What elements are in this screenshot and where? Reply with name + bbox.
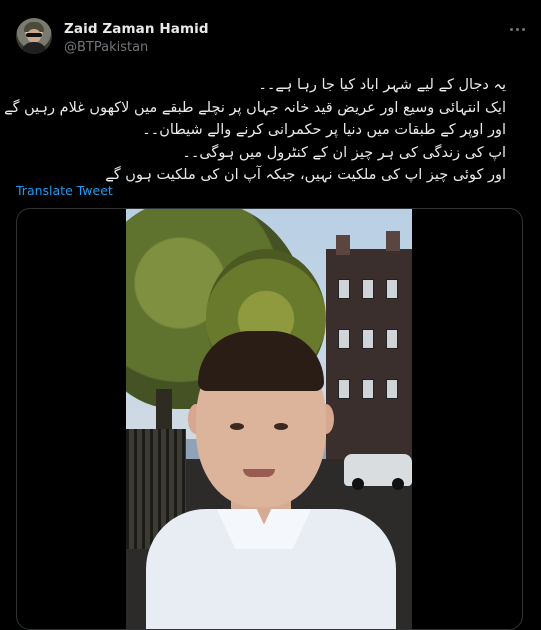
tweet-text-line: اپ کی زندگی کی ہر چیز ان کے کنٹرول میں ہ… [182, 144, 506, 161]
video-thumbnail[interactable] [126, 209, 412, 629]
more-dot [521, 27, 525, 31]
more-options-icon[interactable] [504, 22, 530, 36]
window [362, 379, 374, 399]
person-eye [274, 423, 288, 430]
media-container[interactable] [16, 208, 523, 630]
tweet-text-line: اور اوپر کے طبقات میں دنیا پر حکمرانی کر… [142, 122, 506, 138]
tweet: Zaid Zaman Hamid @BTPakistan یہ دجال کے … [0, 0, 541, 630]
window [362, 329, 374, 349]
tweet-text-line: یہ دجال کے لیے شہر اباد کیا جا رہا ہے۔۔ [258, 77, 506, 93]
window [338, 279, 350, 299]
more-dot [515, 27, 519, 31]
person-mouth [243, 469, 275, 477]
avatar-glasses [26, 33, 42, 37]
window [338, 329, 350, 349]
chimney [386, 231, 400, 251]
translate-tweet-link[interactable]: Translate Tweet [16, 183, 113, 198]
tweet-text-line: ایک انتہائی وسیع اور عریض قید خانہ جہاں … [4, 99, 506, 116]
tweet-text: یہ دجال کے لیے شہر اباد کیا جا رہا ہے۔۔ … [4, 74, 506, 187]
window [386, 329, 398, 349]
car [344, 454, 412, 490]
more-dot [509, 27, 513, 31]
chimney [336, 235, 350, 255]
car-tyre [392, 478, 404, 490]
window [338, 379, 350, 399]
window [386, 279, 398, 299]
window [362, 279, 374, 299]
avatar-body [21, 42, 47, 54]
author-handle[interactable]: @BTPakistan [64, 40, 148, 55]
author-name[interactable]: Zaid Zaman Hamid [64, 21, 209, 37]
window [386, 379, 398, 399]
car-tyre [352, 478, 364, 490]
avatar[interactable] [16, 18, 52, 54]
person-eye [230, 423, 244, 430]
